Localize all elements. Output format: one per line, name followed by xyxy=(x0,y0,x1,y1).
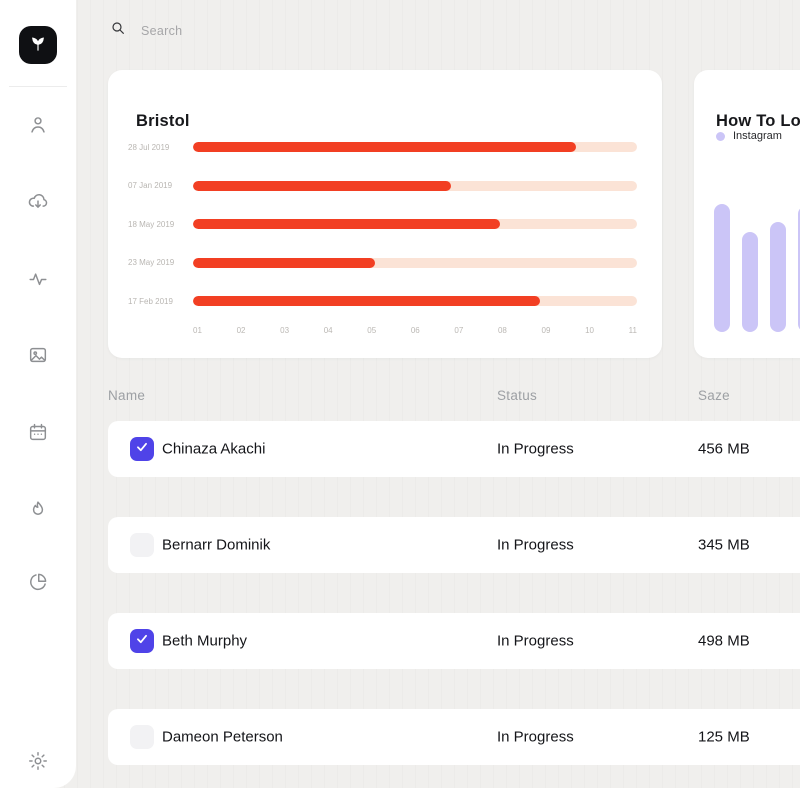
bristol-row-bar xyxy=(193,296,540,306)
instagram-bar xyxy=(770,222,786,332)
instagram-bars xyxy=(714,204,800,332)
row-status: In Progress xyxy=(497,729,574,746)
instagram-card-title: How To Lo xyxy=(716,112,800,131)
row-name: Dameon Peterson xyxy=(162,729,283,746)
check-icon xyxy=(135,632,149,651)
legend-label: Instagram xyxy=(733,130,782,142)
check-icon xyxy=(135,440,149,459)
axis-tick-label: 01 xyxy=(193,326,202,335)
instagram-legend: Instagram xyxy=(716,130,782,142)
sidebar-item-settings[interactable] xyxy=(27,750,49,772)
bristol-row-bar xyxy=(193,258,375,268)
axis-tick-label: 07 xyxy=(454,326,463,335)
activity-icon xyxy=(27,277,49,294)
sidebar-item-downloads[interactable] xyxy=(27,191,49,213)
user-icon xyxy=(27,123,49,140)
bristol-row-label: 07 Jan 2019 xyxy=(128,181,193,190)
flame-icon xyxy=(27,507,49,524)
row-checkbox[interactable] xyxy=(130,437,154,461)
search-bar xyxy=(110,20,410,41)
app-logo[interactable] xyxy=(19,26,57,64)
column-header-size: Saze xyxy=(698,388,730,403)
row-checkbox[interactable] xyxy=(130,533,154,557)
legend-dot xyxy=(716,132,725,141)
sidebar-item-trending[interactable] xyxy=(27,498,49,520)
pie-chart-icon xyxy=(27,580,49,597)
sidebar-item-activity[interactable] xyxy=(27,268,49,290)
row-name: Bernarr Dominik xyxy=(162,537,270,554)
bristol-card: Bristol 28 Jul 2019 07 Jan 2019 18 May 201… xyxy=(108,70,662,358)
axis-tick-label: 02 xyxy=(237,326,246,335)
sprout-leaf-icon xyxy=(28,33,48,58)
bristol-row-label: 17 Feb 2019 xyxy=(128,297,193,306)
sidebar-item-media[interactable] xyxy=(27,344,49,366)
row-checkbox[interactable] xyxy=(130,629,154,653)
table-row[interactable]: Beth Murphy In Progress 498 MB xyxy=(108,613,800,669)
bristol-row-label: 18 May 2019 xyxy=(128,220,193,229)
bristol-row-bar xyxy=(193,219,500,229)
bristol-chart-row: 18 May 2019 xyxy=(128,219,637,229)
row-name: Beth Murphy xyxy=(162,633,247,650)
bristol-chart-row: 07 Jan 2019 xyxy=(128,181,637,191)
bristol-row-label: 28 Jul 2019 xyxy=(128,143,193,152)
row-size: 125 MB xyxy=(698,729,750,746)
files-table: Name Status Saze Chinaza Akachi In Progre… xyxy=(108,388,800,765)
bristol-row-track xyxy=(193,296,637,306)
bristol-chart-row: 17 Feb 2019 xyxy=(128,296,637,306)
search-icon xyxy=(110,20,126,41)
table-header: Name Status Saze xyxy=(108,388,800,402)
bristol-chart: 28 Jul 2019 07 Jan 2019 18 May 2019 23 May … xyxy=(128,142,637,306)
row-size: 456 MB xyxy=(698,441,750,458)
image-icon xyxy=(27,353,49,370)
axis-tick-label: 09 xyxy=(542,326,551,335)
table-row[interactable]: Dameon Peterson In Progress 125 MB xyxy=(108,709,800,765)
column-header-name: Name xyxy=(108,388,145,403)
sidebar-item-profile[interactable] xyxy=(27,114,49,136)
instagram-bar xyxy=(714,204,730,332)
search-input[interactable] xyxy=(139,23,359,39)
bristol-axis: 01 02 03 04 05 06 07 08 09 10 11 xyxy=(193,326,637,335)
row-checkbox[interactable] xyxy=(130,725,154,749)
sidebar-item-reports[interactable] xyxy=(27,571,49,593)
sidebar-item-calendar[interactable] xyxy=(27,421,49,443)
row-status: In Progress xyxy=(497,441,574,458)
axis-tick-label: 10 xyxy=(585,326,594,335)
instagram-bar xyxy=(742,232,758,332)
row-size: 498 MB xyxy=(698,633,750,650)
bristol-row-track xyxy=(193,142,637,152)
axis-tick-label: 05 xyxy=(367,326,376,335)
bristol-row-bar xyxy=(193,181,451,191)
table-row[interactable]: Bernarr Dominik In Progress 345 MB xyxy=(108,517,800,573)
bristol-row-bar xyxy=(193,142,576,152)
bristol-chart-row: 23 May 2019 xyxy=(128,258,637,268)
axis-tick-label: 04 xyxy=(324,326,333,335)
row-size: 345 MB xyxy=(698,537,750,554)
axis-tick-label: 11 xyxy=(629,326,637,335)
column-header-status: Status xyxy=(497,388,537,403)
calendar-icon xyxy=(27,430,49,447)
row-status: In Progress xyxy=(497,633,574,650)
bristol-card-title: Bristol xyxy=(136,112,190,131)
instagram-card: How To Lo Instagram xyxy=(694,70,800,358)
row-status: In Progress xyxy=(497,537,574,554)
bristol-row-track xyxy=(193,258,637,268)
table-row[interactable]: Chinaza Akachi In Progress 456 MB xyxy=(108,421,800,477)
table-rows: Chinaza Akachi In Progress 456 MB Bernarr D… xyxy=(108,421,800,765)
bristol-row-track xyxy=(193,181,637,191)
row-name: Chinaza Akachi xyxy=(162,441,265,458)
axis-tick-label: 03 xyxy=(280,326,289,335)
bristol-row-label: 23 May 2019 xyxy=(128,258,193,267)
axis-tick-label: 06 xyxy=(411,326,420,335)
bristol-chart-row: 28 Jul 2019 xyxy=(128,142,637,152)
sidebar xyxy=(0,0,76,788)
cloud-download-icon xyxy=(27,200,49,217)
bristol-row-track xyxy=(193,219,637,229)
settings-icon xyxy=(27,759,49,776)
sidebar-divider xyxy=(9,86,67,87)
axis-tick-label: 08 xyxy=(498,326,507,335)
